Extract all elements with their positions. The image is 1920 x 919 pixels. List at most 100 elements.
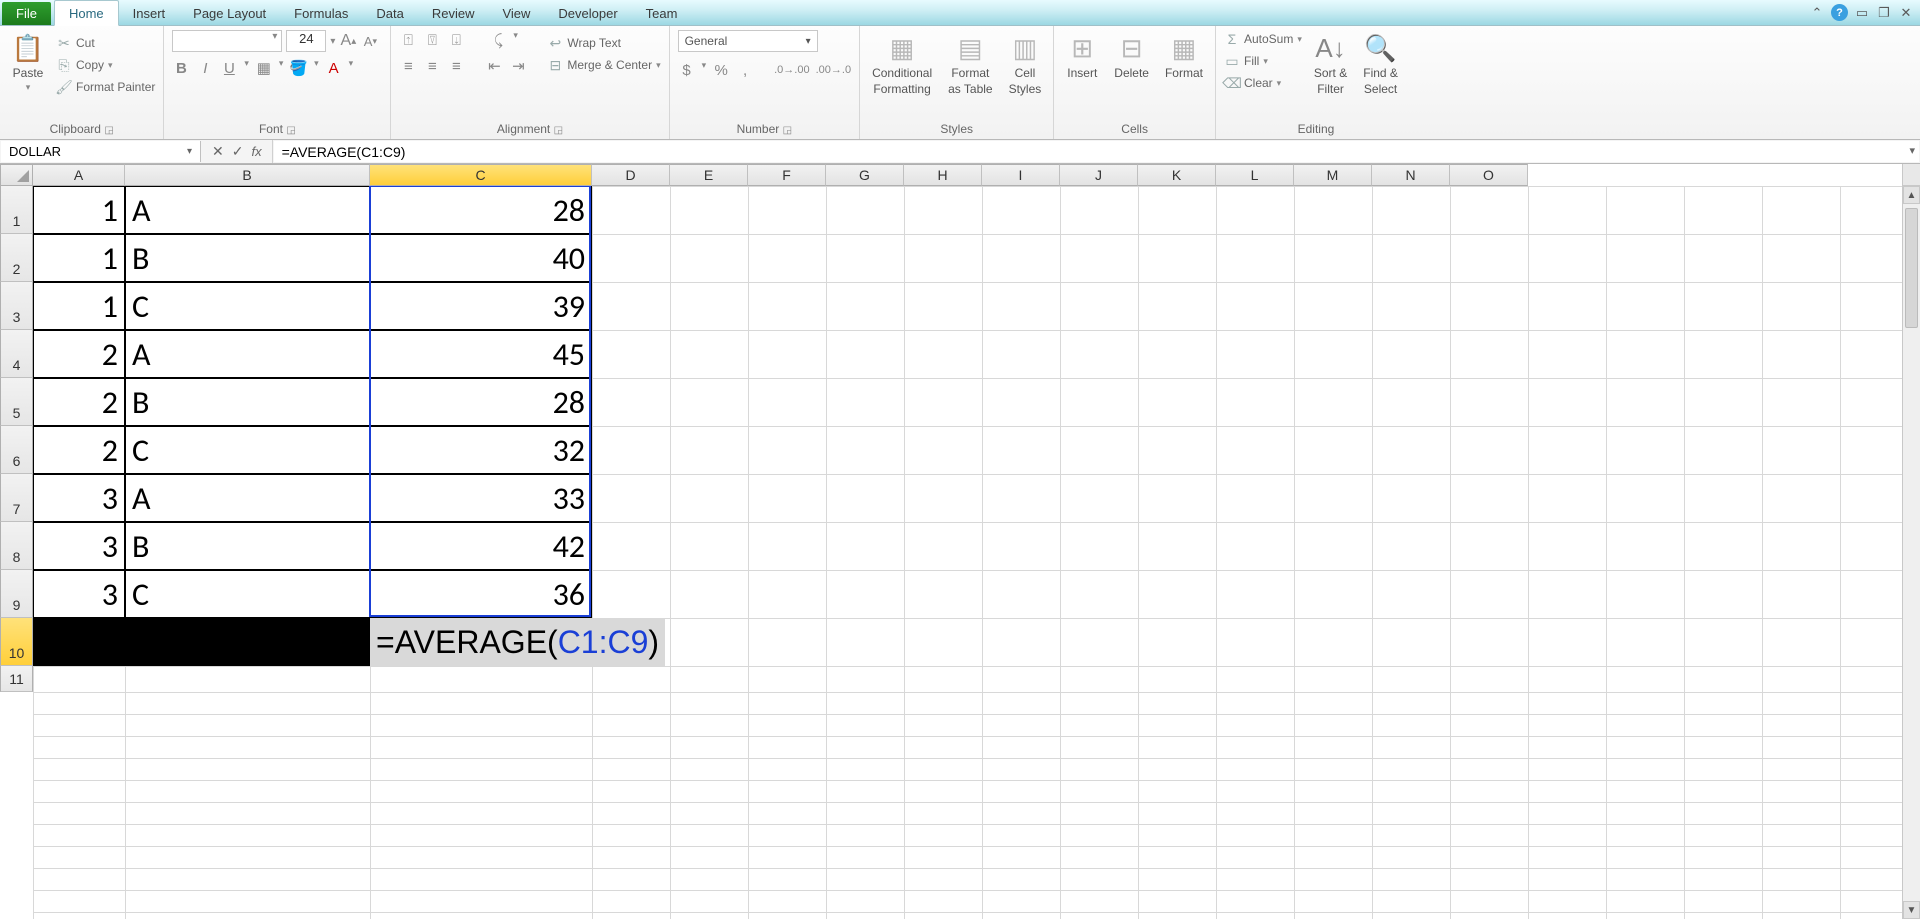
decrease-indent-icon[interactable]: ⇤ (485, 56, 503, 76)
cell-A9[interactable]: 3 (33, 570, 125, 618)
bold-button[interactable]: B (172, 58, 190, 78)
column-header-M[interactable]: M (1294, 164, 1372, 186)
column-header-E[interactable]: E (670, 164, 748, 186)
column-header-A[interactable]: A (33, 164, 125, 186)
row-header-6[interactable]: 6 (0, 426, 33, 474)
tab-file[interactable]: File (2, 2, 51, 25)
help-icon[interactable]: ? (1831, 4, 1848, 21)
column-header-C[interactable]: C (370, 164, 592, 186)
name-box[interactable]: DOLLAR ▾ (1, 141, 201, 162)
cell-A10[interactable] (33, 618, 125, 666)
cell-A7[interactable]: 3 (33, 474, 125, 522)
split-box[interactable] (1903, 164, 1920, 186)
tab-formulas[interactable]: Formulas (280, 1, 362, 25)
cell-C2[interactable]: 40 (370, 234, 592, 282)
column-header-L[interactable]: L (1216, 164, 1294, 186)
align-middle-icon[interactable]: ⍔ (423, 30, 441, 50)
percent-icon[interactable]: % (712, 60, 730, 80)
underline-button[interactable]: U (220, 58, 238, 78)
tab-page-layout[interactable]: Page Layout (179, 1, 280, 25)
cell-C7[interactable]: 33 (370, 474, 592, 522)
window-minimize-icon[interactable]: ▭ (1854, 5, 1870, 21)
cell-A2[interactable]: 1 (33, 234, 125, 282)
cell-A4[interactable]: 2 (33, 330, 125, 378)
cell-A6[interactable]: 2 (33, 426, 125, 474)
number-format-combo[interactable]: General▾ (678, 30, 818, 52)
alignment-dialog-launcher-icon[interactable]: ◲ (554, 125, 563, 136)
cell-C9[interactable]: 36 (370, 570, 592, 618)
grow-font-icon[interactable]: A▴ (339, 31, 357, 51)
scroll-thumb[interactable] (1905, 208, 1918, 328)
grid-area[interactable]: 1A281B401C392A452B282C323A333B423C36=AVE… (33, 186, 1902, 919)
cut-button[interactable]: ✂Cut (56, 34, 155, 52)
row-header-2[interactable]: 2 (0, 234, 33, 282)
cell-A5[interactable]: 2 (33, 378, 125, 426)
align-top-icon[interactable]: ⍐ (399, 30, 417, 50)
cell-B3[interactable]: C (125, 282, 370, 330)
tab-insert[interactable]: Insert (119, 1, 180, 25)
align-right-icon[interactable]: ≡ (447, 56, 465, 76)
window-close-icon[interactable]: ✕ (1898, 5, 1914, 21)
font-size-combo[interactable]: 24 (286, 30, 326, 52)
row-header-11[interactable]: 11 (0, 666, 33, 692)
copy-button[interactable]: ⎘Copy ▾ (56, 56, 155, 74)
insert-function-icon[interactable]: fx (251, 144, 261, 159)
wrap-text-button[interactable]: ↩Wrap Text (547, 34, 660, 52)
comma-icon[interactable]: , (736, 60, 754, 80)
tab-data[interactable]: Data (362, 1, 417, 25)
align-left-icon[interactable]: ≡ (399, 56, 417, 76)
scroll-down-icon[interactable]: ▼ (1903, 901, 1920, 919)
column-header-O[interactable]: O (1450, 164, 1528, 186)
cell-C1[interactable]: 28 (370, 186, 592, 234)
column-header-D[interactable]: D (592, 164, 670, 186)
increase-indent-icon[interactable]: ⇥ (509, 56, 527, 76)
formula-input[interactable]: =AVERAGE(C1:C9) ▾ (274, 141, 1919, 162)
font-color-icon[interactable]: A (325, 58, 343, 78)
cell-B8[interactable]: B (125, 522, 370, 570)
cell-C6[interactable]: 32 (370, 426, 592, 474)
merge-center-button[interactable]: ⊟Merge & Center ▾ (547, 56, 660, 74)
row-header-10[interactable]: 10 (0, 618, 33, 666)
currency-icon[interactable]: $ (678, 60, 696, 80)
align-center-icon[interactable]: ≡ (423, 56, 441, 76)
cell-A8[interactable]: 3 (33, 522, 125, 570)
vertical-scrollbar[interactable]: ▲ ▼ (1902, 164, 1920, 919)
active-cell-editor[interactable]: =AVERAGE(C1:C9) (370, 618, 665, 666)
cell-B2[interactable]: B (125, 234, 370, 282)
tab-home[interactable]: Home (54, 0, 119, 26)
cell-B5[interactable]: B (125, 378, 370, 426)
delete-cells-button[interactable]: ⊟Delete (1110, 30, 1153, 82)
fill-color-icon[interactable]: 🪣 (289, 58, 308, 78)
column-header-F[interactable]: F (748, 164, 826, 186)
enter-formula-icon[interactable]: ✓ (232, 143, 244, 160)
italic-button[interactable]: I (196, 58, 214, 78)
row-header-3[interactable]: 3 (0, 282, 33, 330)
format-as-table-button[interactable]: ▤Formatas Table (944, 30, 996, 98)
column-header-I[interactable]: I (982, 164, 1060, 186)
cell-B9[interactable]: C (125, 570, 370, 618)
clear-button[interactable]: ⌫Clear ▾ (1224, 74, 1302, 92)
borders-icon[interactable]: ▦ (255, 58, 273, 78)
cell-C4[interactable]: 45 (370, 330, 592, 378)
cell-B10[interactable] (125, 618, 370, 666)
select-all-corner[interactable] (0, 164, 33, 186)
font-name-combo[interactable]: ▾ (172, 30, 282, 52)
orientation-icon[interactable]: ⤹ (489, 30, 507, 50)
row-header-8[interactable]: 8 (0, 522, 33, 570)
row-header-5[interactable]: 5 (0, 378, 33, 426)
increase-decimal-icon[interactable]: .0→.00 (774, 60, 809, 80)
shrink-font-icon[interactable]: A▾ (361, 31, 379, 51)
fill-button[interactable]: ▭Fill ▾ (1224, 52, 1302, 70)
format-painter-button[interactable]: 🖌Format Painter (56, 78, 155, 96)
format-cells-button[interactable]: ▦Format (1161, 30, 1207, 82)
formula-bar-expand-icon[interactable]: ▾ (1909, 144, 1915, 157)
paste-button[interactable]: 📋 Paste ▾ (8, 30, 48, 95)
cell-styles-button[interactable]: ▥CellStyles (1005, 30, 1046, 98)
cell-C5[interactable]: 28 (370, 378, 592, 426)
autosum-button[interactable]: ΣAutoSum ▾ (1224, 30, 1302, 48)
row-header-9[interactable]: 9 (0, 570, 33, 618)
tab-view[interactable]: View (488, 1, 544, 25)
cell-B6[interactable]: C (125, 426, 370, 474)
insert-cells-button[interactable]: ⊞Insert (1062, 30, 1102, 82)
column-header-N[interactable]: N (1372, 164, 1450, 186)
